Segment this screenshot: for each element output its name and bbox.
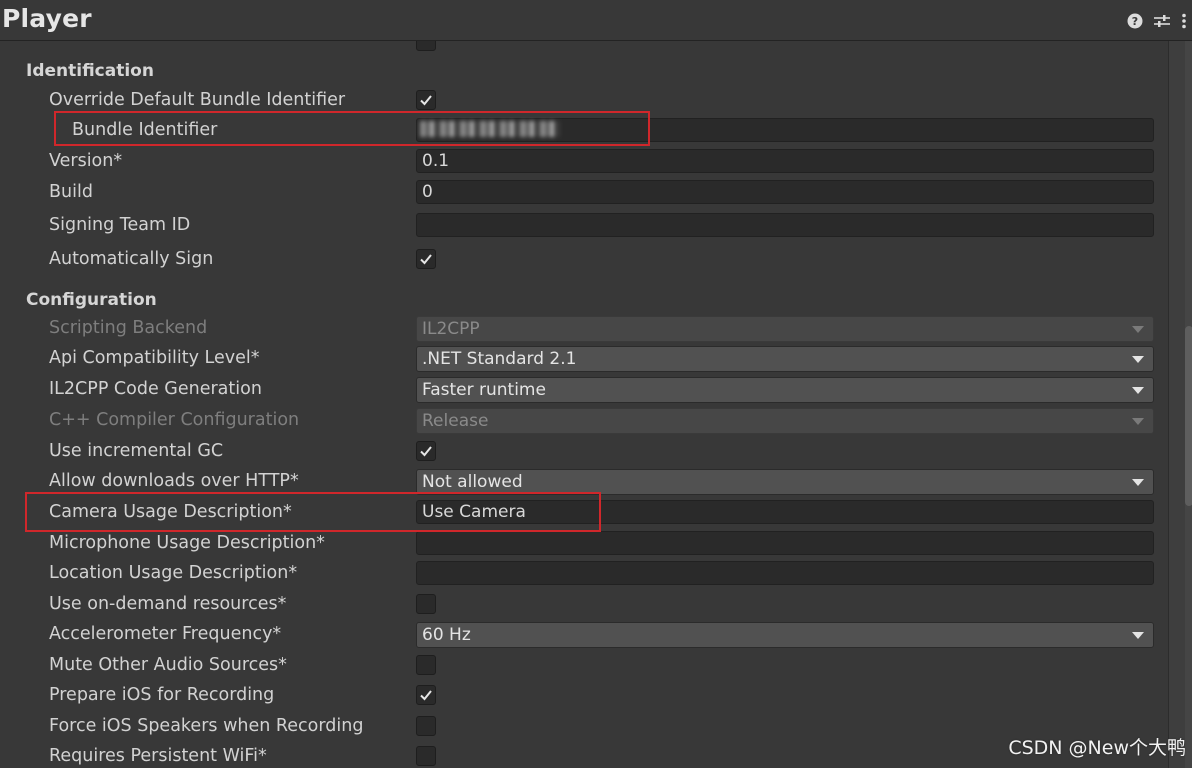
row-mute-audio: Mute Other Audio Sources* (0, 652, 1168, 680)
incremental-gc-label: Use incremental GC (49, 441, 224, 461)
microphone-usage-label: Microphone Usage Description* (49, 533, 325, 553)
help-icon[interactable]: ? (1126, 12, 1144, 30)
prepare-recording-checkbox[interactable] (416, 685, 436, 705)
signing-team-field[interactable] (416, 213, 1154, 237)
row-build: Build 0 (0, 179, 1168, 207)
il2cpp-codegen-value: Faster runtime (422, 380, 546, 400)
chevron-down-icon (1132, 418, 1144, 425)
accelerometer-label: Accelerometer Frequency* (49, 624, 282, 644)
cpp-compiler-label: C++ Compiler Configuration (49, 410, 300, 430)
row-override-bundle: Override Default Bundle Identifier (0, 87, 1168, 115)
http-dropdown[interactable]: Not allowed (416, 469, 1154, 495)
preset-icon[interactable] (1153, 12, 1171, 30)
auto-sign-label: Automatically Sign (49, 249, 214, 269)
version-field[interactable]: 0.1 (416, 149, 1154, 173)
row-version: Version* 0.1 (0, 148, 1168, 176)
player-settings-window: Player ? Identification Override Default… (0, 0, 1192, 768)
override-bundle-label: Override Default Bundle Identifier (49, 90, 346, 110)
svg-text:?: ? (1132, 15, 1138, 28)
chevron-down-icon (1132, 479, 1144, 486)
row-microphone-usage: Microphone Usage Description* (0, 530, 1168, 558)
checkmark-icon (420, 95, 432, 106)
checkmark-icon (420, 446, 432, 457)
cpp-compiler-value: Release (422, 411, 489, 431)
watermark: CSDN @New个大鸭 (1008, 737, 1186, 759)
mute-audio-label: Mute Other Audio Sources* (49, 655, 287, 675)
title-bar: Player ? (0, 0, 1192, 41)
row-auto-sign: Automatically Sign (0, 246, 1168, 274)
api-compat-value: .NET Standard 2.1 (422, 349, 577, 369)
kebab-menu-icon[interactable] (1180, 12, 1188, 30)
row-api-compat: Api Compatibility Level* .NET Standard 2… (0, 345, 1168, 373)
row-on-demand: Use on-demand resources* (0, 591, 1168, 619)
accelerometer-dropdown[interactable]: 60 Hz (416, 622, 1154, 648)
cpp-compiler-dropdown: Release (416, 408, 1154, 434)
section-identification: Identification (26, 61, 154, 81)
row-prepare-recording: Prepare iOS for Recording (0, 682, 1168, 710)
bundle-identifier-label: Bundle Identifier (72, 120, 218, 140)
row-incremental-gc: Use incremental GC (0, 438, 1168, 466)
scripting-backend-value: IL2CPP (422, 319, 480, 339)
chevron-down-icon (1132, 387, 1144, 394)
incremental-gc-checkbox[interactable] (416, 441, 436, 461)
version-label: Version* (49, 151, 123, 171)
row-location-usage: Location Usage Description* (0, 560, 1168, 588)
row-scripting-backend: Scripting Backend IL2CPP (0, 315, 1168, 343)
row-cpp-compiler: C++ Compiler Configuration Release (0, 407, 1168, 435)
title-icons: ? (1126, 12, 1188, 30)
build-label: Build (49, 182, 93, 202)
auto-sign-checkbox[interactable] (416, 249, 436, 269)
persistent-wifi-label: Requires Persistent WiFi* (49, 746, 267, 766)
row-camera-usage: Camera Usage Description* Use Camera (0, 499, 1168, 527)
force-speakers-label: Force iOS Speakers when Recording (49, 716, 364, 736)
scripting-backend-label: Scripting Backend (49, 318, 208, 338)
accelerometer-value: 60 Hz (422, 625, 471, 645)
row-accelerometer: Accelerometer Frequency* 60 Hz (0, 621, 1168, 649)
chevron-down-icon (1132, 632, 1144, 639)
vertical-scrollbar[interactable] (1168, 41, 1192, 768)
camera-usage-field[interactable]: Use Camera (416, 500, 1154, 524)
api-compat-dropdown[interactable]: .NET Standard 2.1 (416, 346, 1154, 372)
camera-usage-label: Camera Usage Description* (49, 502, 292, 522)
scrollbar-thumb[interactable] (1185, 326, 1192, 506)
force-speakers-checkbox[interactable] (416, 716, 436, 736)
partial-checkbox[interactable] (416, 41, 436, 51)
window-title: Player (2, 4, 92, 33)
checkmark-icon (420, 690, 432, 701)
checkmark-icon (420, 254, 432, 265)
chevron-down-icon (1132, 356, 1144, 363)
row-http: Allow downloads over HTTP* Not allowed (0, 468, 1168, 496)
api-compat-label: Api Compatibility Level* (49, 348, 260, 368)
row-bundle-identifier: Bundle Identifier (0, 117, 1168, 145)
prepare-recording-label: Prepare iOS for Recording (49, 685, 275, 705)
on-demand-label: Use on-demand resources* (49, 594, 287, 614)
row-il2cpp-codegen: IL2CPP Code Generation Faster runtime (0, 376, 1168, 404)
location-usage-label: Location Usage Description* (49, 563, 298, 583)
override-bundle-checkbox[interactable] (416, 90, 436, 110)
row-persistent-wifi: Requires Persistent WiFi* (0, 743, 1168, 768)
persistent-wifi-checkbox[interactable] (416, 746, 436, 766)
partial-row (0, 41, 1168, 55)
build-field[interactable]: 0 (416, 180, 1154, 204)
inspector-content: Identification Override Default Bundle I… (0, 41, 1168, 768)
on-demand-checkbox[interactable] (416, 594, 436, 614)
signing-team-label: Signing Team ID (49, 215, 191, 235)
chevron-down-icon (1132, 326, 1144, 333)
microphone-usage-field[interactable] (416, 531, 1154, 555)
il2cpp-codegen-label: IL2CPP Code Generation (49, 379, 262, 399)
redacted-bundle-value (420, 121, 560, 137)
http-value: Not allowed (422, 472, 523, 492)
location-usage-field[interactable] (416, 561, 1154, 585)
il2cpp-codegen-dropdown[interactable]: Faster runtime (416, 377, 1154, 403)
row-force-speakers: Force iOS Speakers when Recording (0, 713, 1168, 741)
row-signing-team: Signing Team ID (0, 212, 1168, 240)
mute-audio-checkbox[interactable] (416, 655, 436, 675)
http-label: Allow downloads over HTTP* (49, 471, 299, 491)
section-configuration: Configuration (26, 290, 157, 310)
scripting-backend-dropdown: IL2CPP (416, 316, 1154, 342)
